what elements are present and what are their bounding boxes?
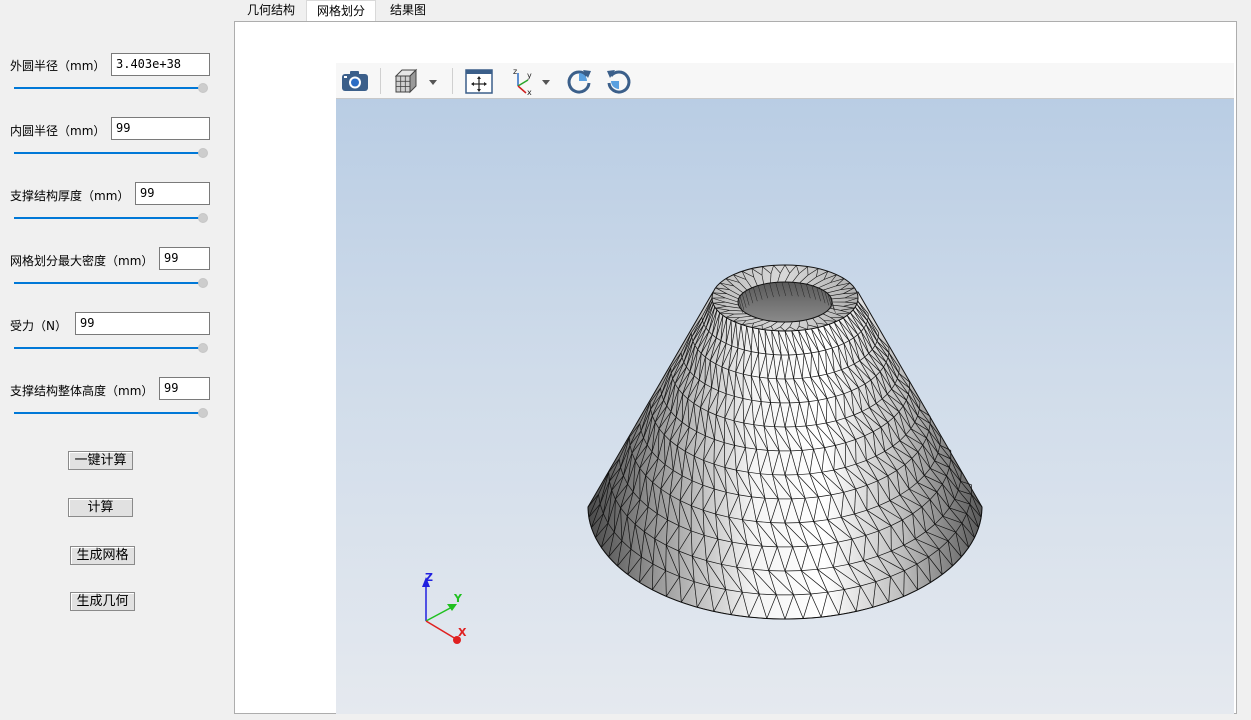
- mesh-edge: [898, 367, 900, 374]
- outer-radius-input[interactable]: 3.403e+38: [111, 53, 210, 76]
- svg-text:z: z: [513, 67, 517, 76]
- slider-handle[interactable]: [198, 278, 208, 288]
- mesh-density-input[interactable]: 99: [159, 247, 210, 270]
- mesh-edge: [723, 418, 726, 443]
- mesh-edge: [844, 442, 847, 468]
- one-click-compute-button[interactable]: 一键计算: [68, 451, 133, 470]
- compute-button[interactable]: 计算: [68, 498, 133, 517]
- viewer-toolbar: z y x: [336, 63, 1234, 99]
- tab-results[interactable]: 结果图: [380, 0, 436, 21]
- slider-groove: [14, 152, 204, 154]
- support-thickness-slider[interactable]: [14, 213, 210, 223]
- fit-all-icon[interactable]: [464, 66, 494, 96]
- mesh-edge: [767, 450, 780, 452]
- generate-geometry-button[interactable]: 生成几何: [70, 592, 135, 611]
- toolbar-separator: [380, 68, 381, 94]
- axis-y-label: Y: [453, 592, 463, 605]
- center-hole: [737, 281, 833, 323]
- slider-groove: [14, 87, 204, 89]
- rotate-ccw-icon[interactable]: [604, 66, 634, 96]
- mesh-density-label: 网格划分最大密度（mm）: [10, 254, 154, 268]
- mesh-viewer: z y x Z Y X: [336, 63, 1234, 714]
- slider-groove: [14, 217, 204, 219]
- slider-handle[interactable]: [198, 213, 208, 223]
- tab-geometry[interactable]: 几何结构: [237, 0, 305, 21]
- inner-radius-input[interactable]: 99: [111, 117, 210, 140]
- force-slider[interactable]: [14, 343, 210, 353]
- overall-height-label: 支撑结构整体高度（mm）: [10, 384, 154, 398]
- camera-icon[interactable]: [340, 66, 370, 96]
- meshed-cone-model: Z Y X: [422, 264, 983, 644]
- toolbar-separator: [452, 68, 453, 94]
- mesh-edge: [766, 618, 786, 620]
- mesh-edge: [681, 394, 684, 423]
- overall-height-input[interactable]: 99: [159, 377, 210, 400]
- mesh-viewport[interactable]: Z Y X: [336, 99, 1234, 714]
- slider-handle[interactable]: [198, 83, 208, 93]
- force-input[interactable]: 99: [75, 312, 210, 335]
- outer-radius-slider[interactable]: [14, 83, 210, 93]
- force-label: 受力（N）: [10, 319, 67, 333]
- outer-radius-label: 外圆半径（mm）: [10, 59, 106, 73]
- axes-orientation-icon[interactable]: z y x: [506, 66, 554, 97]
- mesh-edge: [665, 545, 667, 571]
- slider-handle[interactable]: [198, 148, 208, 158]
- slider-handle[interactable]: [198, 343, 208, 353]
- overall-height-slider[interactable]: [14, 408, 210, 418]
- slider-groove: [14, 412, 204, 414]
- mesh-edge: [784, 618, 804, 620]
- support-thickness-input[interactable]: 99: [135, 182, 210, 205]
- slider-handle[interactable]: [198, 408, 208, 418]
- svg-text:y: y: [527, 71, 532, 80]
- rotate-cw-icon[interactable]: [564, 66, 594, 96]
- tab-mesh[interactable]: 网格划分: [306, 0, 377, 21]
- axis-x-label: X: [458, 626, 467, 639]
- support-thickness-label: 支撑结构厚度（mm）: [10, 189, 130, 203]
- inner-radius-label: 内圆半径（mm）: [10, 124, 106, 138]
- generate-mesh-button[interactable]: 生成网格: [70, 546, 135, 565]
- mesh-edge: [790, 450, 803, 452]
- mesh-density-slider[interactable]: [14, 278, 210, 288]
- inner-radius-slider[interactable]: [14, 148, 210, 158]
- axes-triad: Z Y X: [422, 571, 467, 644]
- mesh-edge: [723, 442, 726, 468]
- axis-z-label: Z: [425, 571, 433, 584]
- view-cube-icon[interactable]: [392, 66, 440, 96]
- slider-groove: [14, 347, 204, 349]
- slider-groove: [14, 282, 204, 284]
- svg-text:x: x: [527, 88, 532, 96]
